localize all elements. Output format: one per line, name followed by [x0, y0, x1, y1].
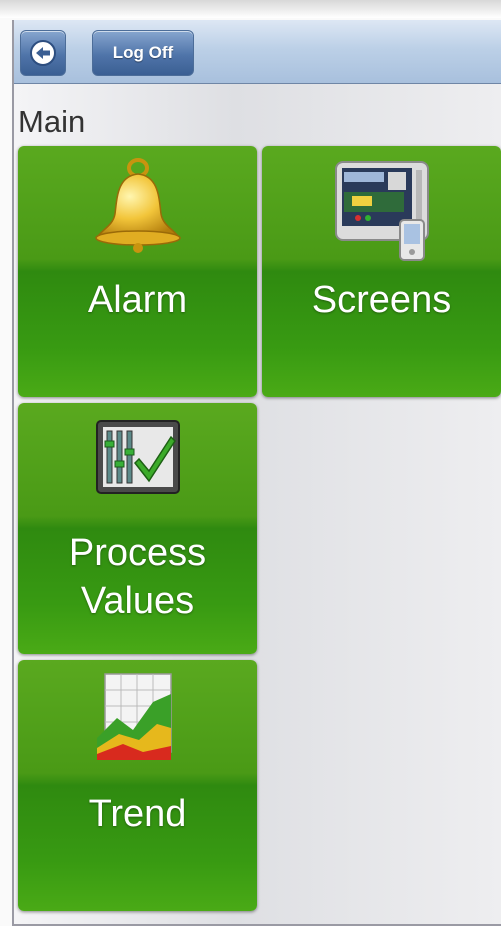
tile-trend[interactable]: Trend [18, 660, 257, 911]
screens-device-icon [262, 154, 501, 264]
trend-chart-icon [18, 668, 257, 778]
tile-alarm-label: Alarm [87, 279, 188, 321]
window-frame: Log Off Main Alarm Screens Process Value… [0, 0, 501, 926]
app-container: Log Off Main Alarm Screens Process Value… [12, 20, 501, 926]
tile-trend-label: Trend [88, 793, 187, 835]
tile-screens[interactable]: Screens [262, 146, 501, 397]
tile-process-values-label-line1: Process [68, 532, 207, 574]
tile-process-values-label-line2: Values [80, 580, 195, 622]
back-arrow-icon [30, 40, 56, 66]
log-off-label: Log Off [112, 43, 174, 62]
back-button[interactable] [20, 30, 66, 76]
tile-screens-label: Screens [311, 279, 452, 321]
page-title: Main [18, 104, 86, 139]
tile-process-values[interactable]: Process Values [18, 403, 257, 654]
tile-alarm[interactable]: Alarm [18, 146, 257, 397]
bell-icon [18, 154, 257, 264]
toolbar: Log Off [14, 20, 501, 84]
log-off-button[interactable]: Log Off [92, 30, 194, 76]
sliders-check-icon [18, 411, 257, 521]
